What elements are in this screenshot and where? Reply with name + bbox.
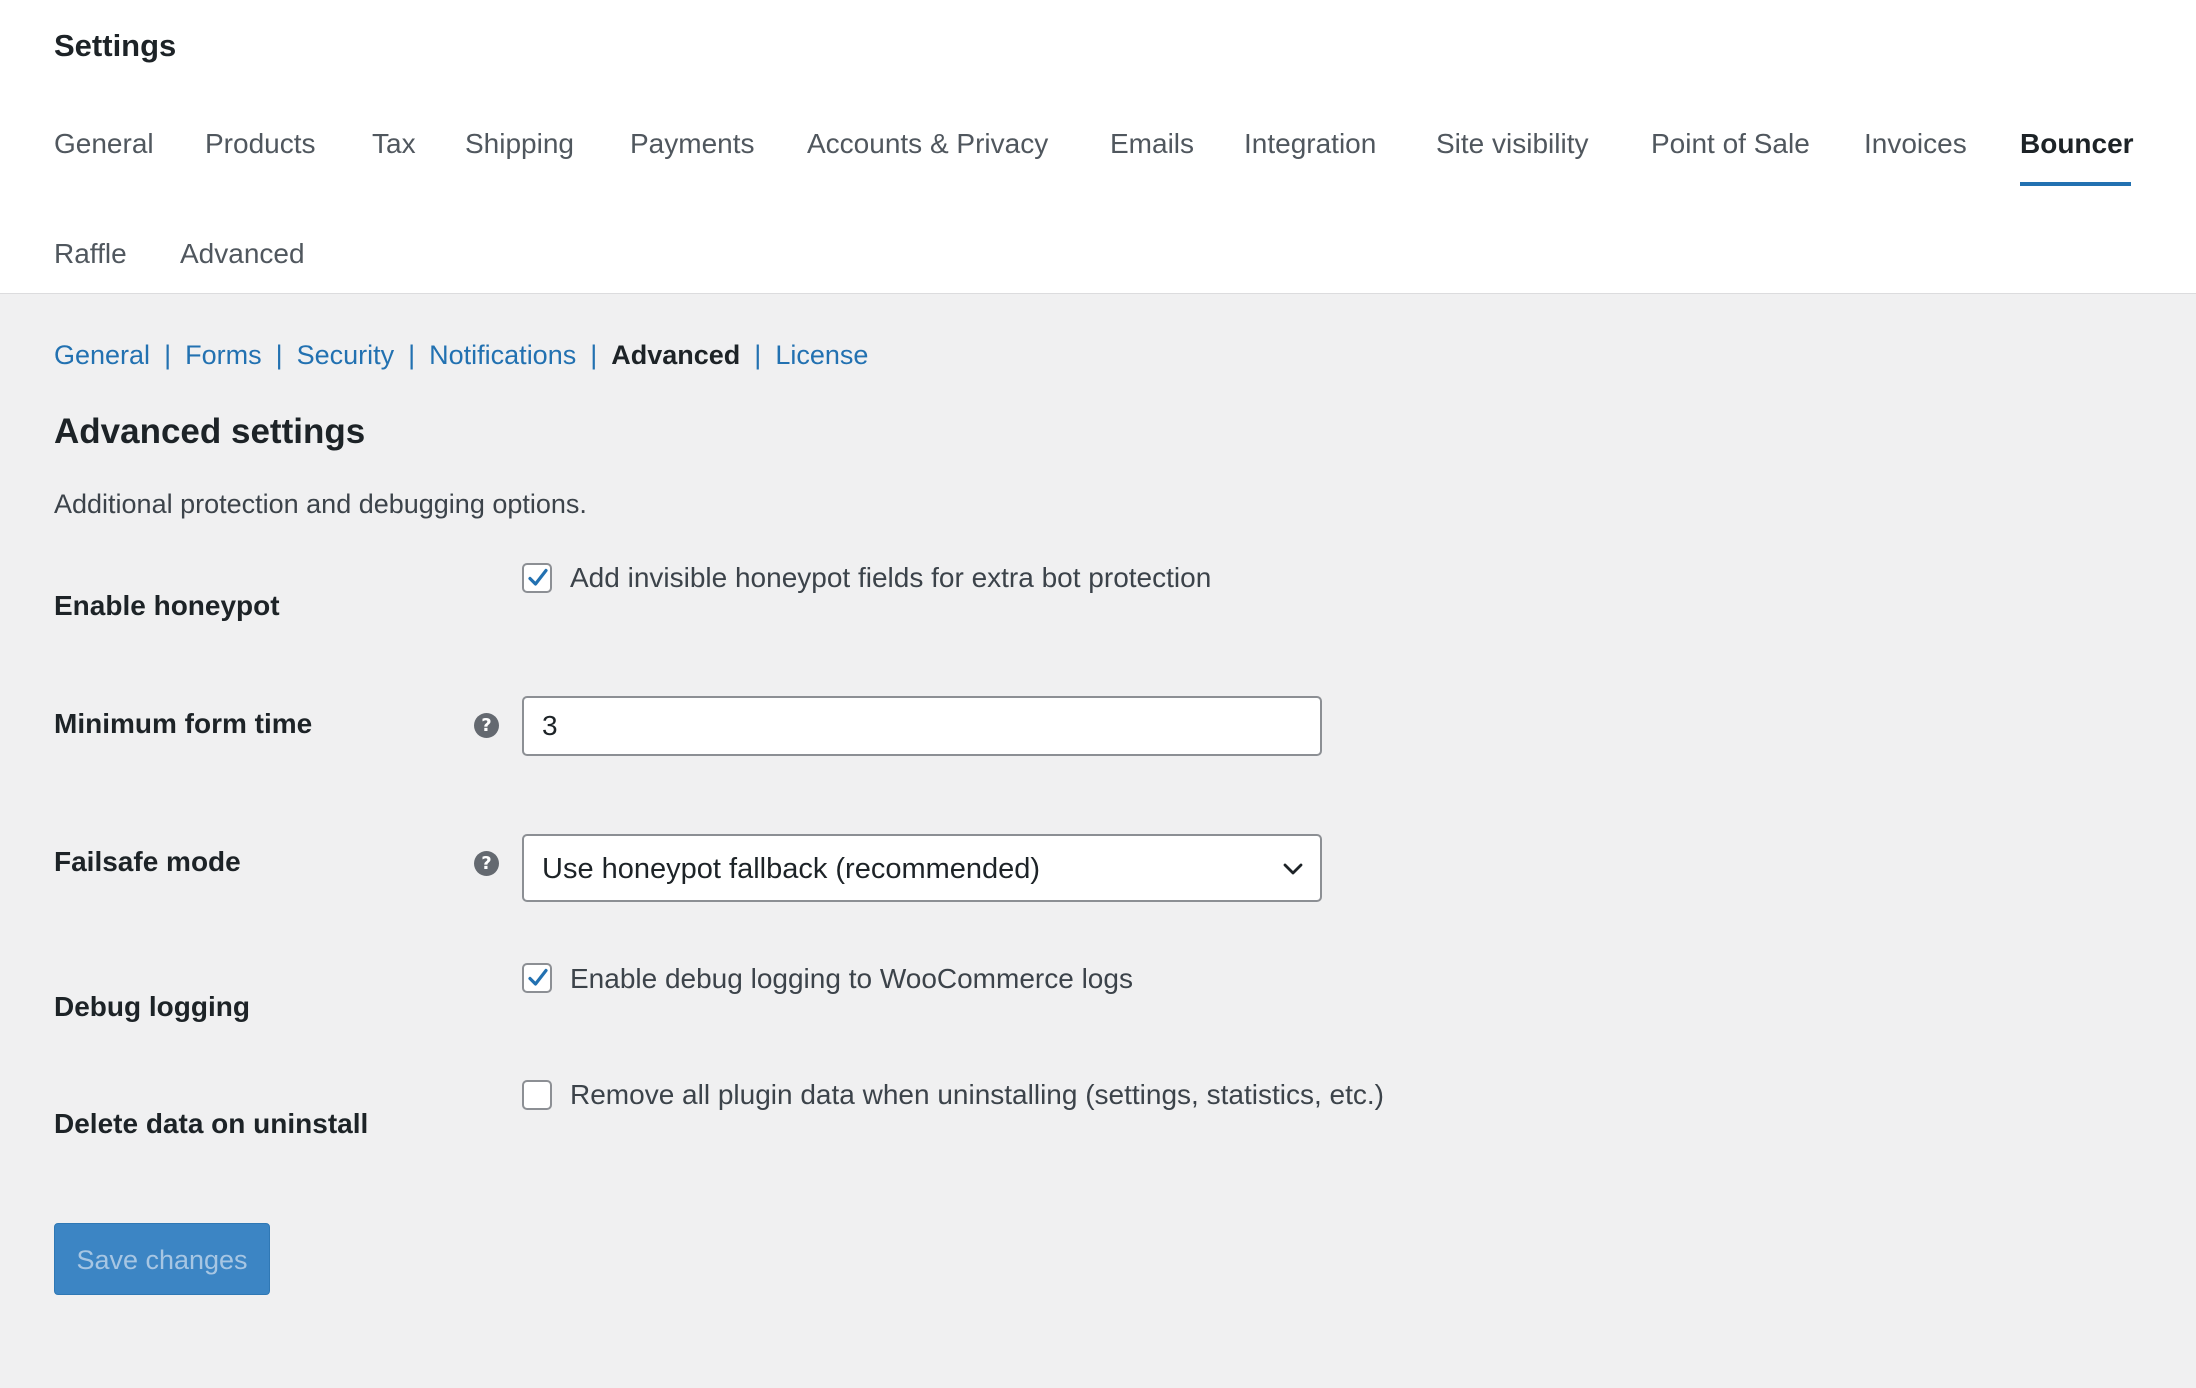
honeypot-checkbox-label[interactable]: Add invisible honeypot fields for extra … [570, 560, 1211, 596]
checkmark-icon [528, 568, 548, 586]
honeypot-checkbox[interactable] [522, 563, 552, 593]
subnav-general[interactable]: General [54, 340, 150, 370]
section-description: Additional protection and debugging opti… [54, 489, 587, 519]
tab-raffle[interactable]: Raffle [54, 235, 127, 273]
tab-tax[interactable]: Tax [372, 125, 416, 163]
honeypot-label: Enable honeypot [54, 590, 280, 621]
delete-data-label: Delete data on uninstall [54, 1108, 369, 1139]
main-tabs: General Products Tax Shipping Payments A… [0, 0, 2196, 293]
tab-emails[interactable]: Emails [1110, 125, 1194, 163]
subnav-separator: | [408, 340, 416, 370]
subnav-license[interactable]: License [775, 340, 868, 370]
checkmark-icon [528, 968, 548, 986]
subnav-notifications[interactable]: Notifications [429, 340, 576, 370]
failsafe-mode-select[interactable]: Use honeypot fallback (recommended) [522, 834, 1322, 902]
subnav-separator: | [590, 340, 598, 370]
subnav-separator: | [164, 340, 172, 370]
tab-bouncer[interactable]: Bouncer [2020, 125, 2134, 163]
tab-integration[interactable]: Integration [1244, 125, 1376, 163]
active-tab-indicator [2020, 182, 2131, 186]
tab-payments[interactable]: Payments [630, 125, 755, 163]
debug-logging-checkbox[interactable] [522, 963, 552, 993]
question-circle-icon[interactable]: ? [474, 851, 499, 876]
save-changes-button[interactable]: Save changes [54, 1223, 270, 1295]
min-form-time-label: Minimum form time [54, 708, 313, 739]
subnav-advanced-current: Advanced [611, 340, 741, 370]
failsafe-mode-label: Failsafe mode [54, 846, 241, 877]
failsafe-mode-selected: Use honeypot fallback (recommended) [542, 853, 1041, 885]
min-form-time-input[interactable] [522, 696, 1322, 756]
delete-data-checkbox-label[interactable]: Remove all plugin data when uninstalling… [570, 1077, 1384, 1113]
tab-products[interactable]: Products [205, 125, 316, 163]
tab-shipping[interactable]: Shipping [465, 125, 574, 163]
tab-invoices[interactable]: Invoices [1864, 125, 1967, 163]
subnav-separator: | [754, 340, 762, 370]
question-circle-icon[interactable]: ? [474, 713, 499, 738]
tab-point-of-sale[interactable]: Point of Sale [1651, 125, 1810, 163]
section-subnav: General | Forms | Security | Notifications | Adv… [54, 336, 868, 374]
section-title: Advanced settings [54, 412, 366, 451]
delete-data-checkbox[interactable] [522, 1080, 552, 1110]
chevron-down-icon [1283, 863, 1303, 875]
tab-accounts-privacy[interactable]: Accounts & Privacy [807, 125, 1048, 163]
tab-site-visibility[interactable]: Site visibility [1436, 125, 1588, 163]
subnav-separator: | [275, 340, 283, 370]
debug-logging-checkbox-label[interactable]: Enable debug logging to WooCommerce logs [570, 961, 1133, 997]
settings-header: Settings General Products Tax Shipping P… [0, 0, 2196, 294]
tab-advanced[interactable]: Advanced [180, 235, 305, 273]
subnav-security[interactable]: Security [297, 340, 395, 370]
tab-general[interactable]: General [54, 125, 154, 163]
subnav-forms[interactable]: Forms [185, 340, 262, 370]
debug-logging-label: Debug logging [54, 991, 250, 1022]
